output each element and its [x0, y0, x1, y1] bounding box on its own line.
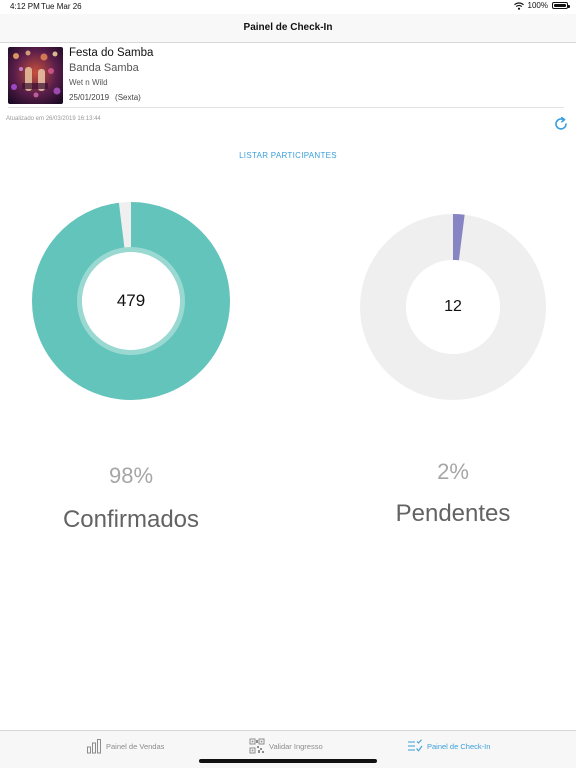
status-time: 4:12 PM	[10, 2, 40, 11]
event-header: Festa do Samba Banda Samba Wet n Wild 25…	[8, 46, 564, 108]
battery-percent: 100%	[527, 1, 548, 10]
status-bar: 4:12 PM Tue Mar 26 100%	[0, 0, 576, 14]
confirmed-label: Confirmados	[62, 506, 200, 533]
battery-icon	[552, 2, 570, 9]
tab-checkin-label: Painel de Check-In	[427, 741, 491, 751]
tab-sales-panel[interactable]: Painel de Vendas	[86, 737, 164, 755]
home-indicator	[199, 759, 377, 763]
tab-sales-label: Painel de Vendas	[106, 741, 165, 751]
pending-donut-chart: 12	[359, 213, 547, 401]
status-date: Tue Mar 26	[41, 2, 82, 11]
event-date: 25/01/2019 (Sexta)	[69, 93, 141, 102]
bar-chart-icon	[87, 739, 101, 754]
event-artist: Banda Samba	[69, 62, 139, 74]
confirmed-percent: 98%	[108, 463, 154, 488]
navigation-bar: Painel de Check-In	[0, 14, 576, 43]
refresh-button[interactable]	[553, 116, 569, 132]
event-venue: Wet n Wild	[69, 78, 108, 87]
status-indicators: 100%	[513, 1, 570, 10]
tab-validate-label: Validar Ingresso	[269, 741, 323, 751]
qr-code-icon	[249, 738, 265, 754]
list-participants-link[interactable]: LISTAR PARTICIPANTES	[0, 151, 576, 160]
event-name: Festa do Samba	[69, 47, 154, 59]
pending-count: 12	[444, 298, 462, 315]
pending-percent: 2%	[437, 459, 469, 484]
event-date-value: 25/01/2019	[69, 93, 110, 102]
confirmed-donut-chart: 479	[32, 202, 230, 400]
event-weekday: (Sexta)	[115, 93, 141, 102]
wifi-icon	[513, 1, 524, 10]
pending-label: Pendentes	[395, 500, 511, 527]
confirmed-count: 479	[116, 291, 146, 310]
tab-validate-ticket[interactable]: Validar Ingresso	[249, 737, 323, 755]
tab-checkin-panel[interactable]: Painel de Check-In	[407, 737, 490, 755]
event-thumbnail	[8, 47, 63, 104]
page-title: Painel de Check-In	[243, 22, 333, 33]
checklist-icon	[408, 739, 423, 752]
last-updated-text: Atualizado em 26/03/2019 16:13:44	[6, 116, 101, 122]
refresh-icon	[555, 116, 567, 130]
